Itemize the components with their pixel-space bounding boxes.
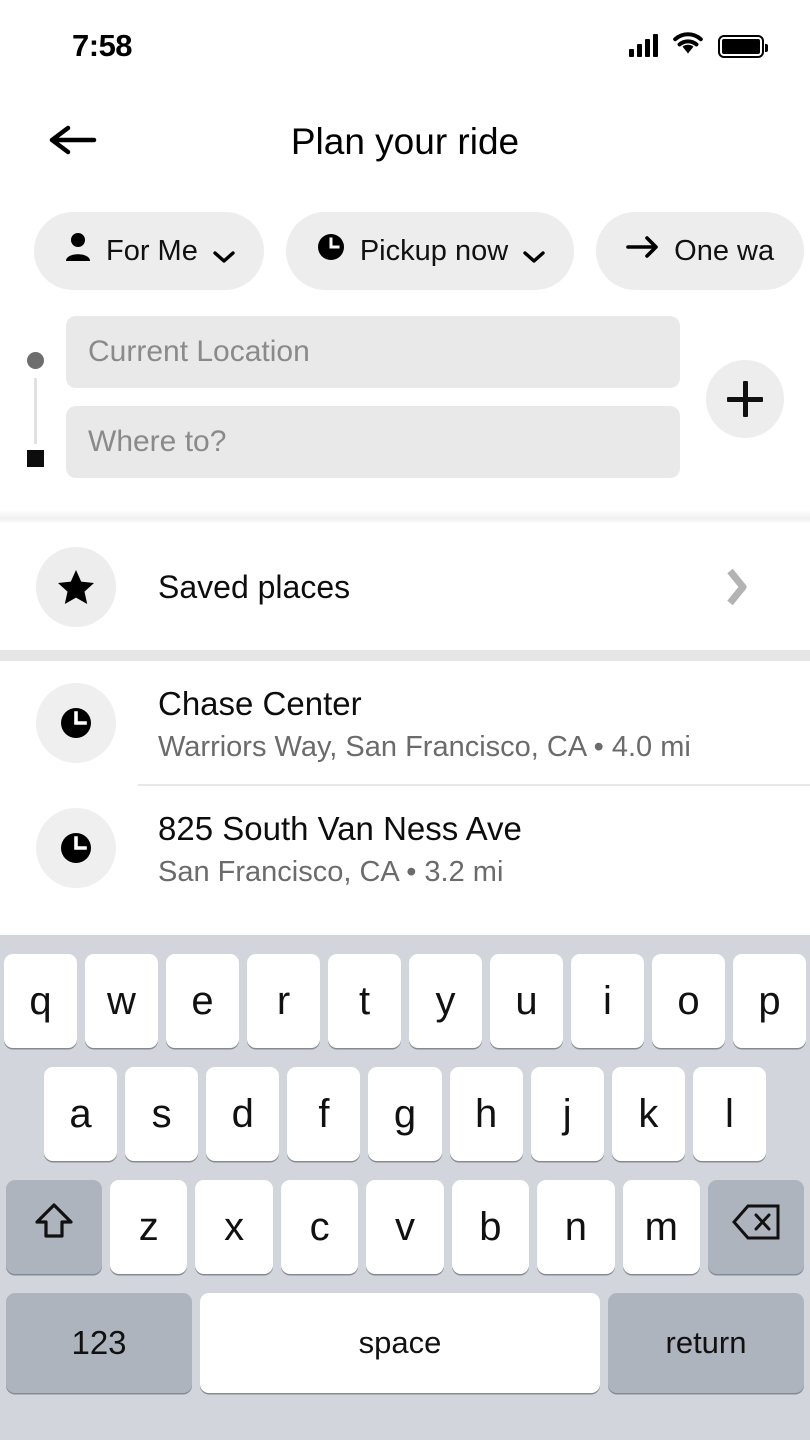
chip-trip-type[interactable]: One wa — [596, 212, 805, 290]
list-item-title: 825 South Van Ness Ave — [158, 809, 522, 847]
suggestions-list: Chase Center Warriors Way, San Francisco… — [0, 661, 810, 911]
list-item-title: Chase Center — [158, 685, 362, 722]
key-c[interactable]: c — [280, 1180, 359, 1274]
chip-for-me-label: For Me — [106, 234, 198, 267]
key-b[interactable]: b — [451, 1180, 530, 1274]
shift-arrow-icon — [34, 1200, 74, 1254]
chevron-down-icon — [212, 240, 235, 263]
person-icon — [64, 232, 92, 270]
list-item-subtitle: Warriors Way, San Francisco, CA • 4.0 mi — [158, 730, 691, 763]
key-q[interactable]: q — [4, 954, 77, 1048]
key-o[interactable]: o — [652, 954, 725, 1048]
chip-pickup-time-label: Pickup now — [359, 234, 509, 267]
key-d[interactable]: d — [206, 1067, 280, 1161]
list-item-text: 825 South Van Ness Ave San Francisco, CA… — [158, 808, 522, 889]
keyboard-row-3: z x c v b n m — [0, 1175, 810, 1279]
rail-line — [34, 378, 37, 444]
list-separator — [0, 650, 810, 661]
key-u[interactable]: u — [490, 954, 563, 1048]
key-e[interactable]: e — [166, 954, 239, 1048]
saved-places-row[interactable]: Saved places — [0, 528, 810, 646]
key-j[interactable]: j — [530, 1067, 604, 1161]
key-i[interactable]: i — [571, 954, 644, 1048]
key-n[interactable]: n — [537, 1180, 615, 1274]
key-m[interactable]: m — [622, 1180, 700, 1274]
key-h[interactable]: h — [449, 1067, 523, 1161]
key-g[interactable]: g — [368, 1067, 442, 1161]
battery-full-icon — [718, 34, 768, 58]
cellular-signal-icon — [629, 34, 658, 57]
key-a[interactable]: a — [44, 1067, 118, 1161]
numbers-key[interactable]: 123 — [6, 1293, 192, 1393]
key-z[interactable]: z — [110, 1180, 188, 1274]
clock-icon — [316, 232, 346, 270]
keyboard-row-1: q w e r t y u i o p — [0, 949, 810, 1053]
key-l[interactable]: l — [692, 1067, 766, 1161]
backspace-icon — [731, 1203, 781, 1251]
key-x[interactable]: x — [195, 1180, 273, 1274]
return-key[interactable]: return — [608, 1293, 804, 1393]
keyboard-row-4: 123 space return — [0, 1288, 810, 1398]
status-bar-time: 7:58 — [72, 28, 133, 63]
on-screen-keyboard: q w e r t y u i o p a s d f g h j k l z … — [0, 935, 810, 1440]
key-v[interactable]: v — [366, 1180, 444, 1274]
back-button[interactable] — [44, 114, 100, 170]
page-title: Plan your ride — [290, 121, 520, 162]
header: Plan your ride — [0, 92, 810, 192]
key-p[interactable]: p — [733, 954, 806, 1048]
status-bar-icons — [629, 31, 768, 61]
list-item-text: Chase Center Warriors Way, San Francisco… — [158, 683, 691, 764]
key-y[interactable]: y — [409, 954, 482, 1048]
list-item[interactable]: Chase Center Warriors Way, San Francisco… — [0, 661, 810, 786]
pickup-input-placeholder: Current Location — [88, 335, 310, 368]
chevron-right-icon — [724, 566, 750, 608]
clock-icon — [36, 683, 116, 764]
chip-trip-type-label: One wa — [674, 234, 775, 267]
key-w[interactable]: w — [85, 954, 158, 1048]
key-r[interactable]: r — [247, 954, 320, 1048]
shift-key[interactable] — [6, 1180, 103, 1274]
clock-icon — [36, 808, 116, 889]
back-arrow-icon — [46, 120, 98, 165]
wifi-icon — [672, 31, 704, 61]
arrow-right-icon — [626, 234, 660, 268]
dot-marker — [27, 352, 44, 369]
backspace-key[interactable] — [707, 1180, 804, 1274]
chevron-down-icon — [522, 240, 545, 263]
star-icon — [36, 547, 116, 627]
chip-pickup-time[interactable]: Pickup now — [285, 212, 575, 290]
key-s[interactable]: s — [125, 1067, 199, 1161]
phone-screen: 7:58 Plan your ride For Me Pickup now On… — [0, 0, 810, 1440]
key-f[interactable]: f — [287, 1067, 361, 1161]
route-fields: Current Location Where to? — [66, 316, 680, 496]
space-key[interactable]: space — [200, 1293, 600, 1393]
destination-input-placeholder: Where to? — [88, 425, 227, 458]
section-divider — [0, 510, 810, 524]
keyboard-row-2: a s d f g h j k l — [0, 1062, 810, 1166]
ride-options-chips: For Me Pickup now One wa — [0, 212, 810, 292]
route-rail — [25, 326, 45, 486]
key-k[interactable]: k — [611, 1067, 685, 1161]
pickup-input[interactable]: Current Location — [66, 316, 680, 388]
route-inputs: Current Location Where to? — [0, 316, 810, 506]
add-stop-button[interactable] — [706, 360, 784, 438]
chip-for-me[interactable]: For Me — [34, 212, 264, 290]
destination-input[interactable]: Where to? — [66, 406, 680, 478]
list-item-subtitle: San Francisco, CA • 3.2 mi — [158, 855, 504, 888]
status-bar: 7:58 — [0, 0, 810, 92]
list-item[interactable]: 825 South Van Ness Ave San Francisco, CA… — [0, 786, 810, 911]
square-marker — [27, 450, 44, 467]
saved-places-label: Saved places — [158, 568, 351, 605]
key-t[interactable]: t — [328, 954, 401, 1048]
